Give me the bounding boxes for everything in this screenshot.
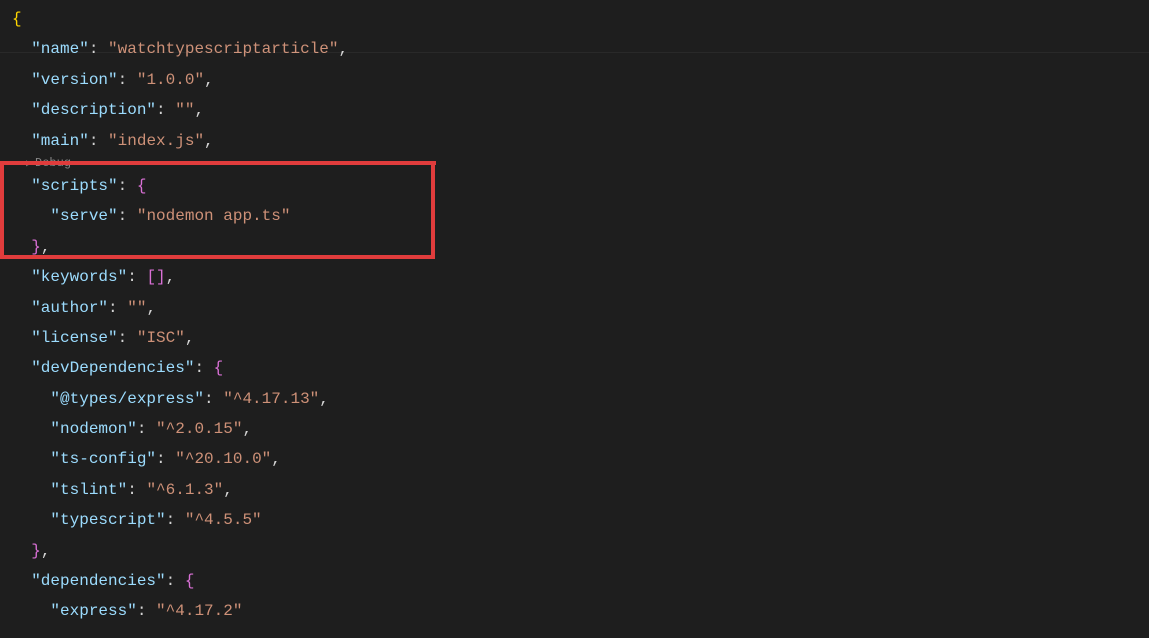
code-line: "version": "1.0.0", [12, 65, 1149, 95]
brace: { [137, 177, 147, 195]
json-value: "index.js" [108, 132, 204, 150]
json-value: "" [175, 101, 194, 119]
json-key: "nodemon" [50, 420, 136, 438]
json-value: "ISC" [137, 329, 185, 347]
json-value: "1.0.0" [137, 71, 204, 89]
json-key: "serve" [50, 207, 117, 225]
json-key: "dependencies" [31, 572, 165, 590]
brace: { [185, 572, 195, 590]
brace: } [31, 542, 41, 560]
json-value: "^20.10.0" [175, 450, 271, 468]
json-key: "main" [31, 132, 89, 150]
debug-code-lens[interactable]: ▷Debug [12, 156, 1149, 171]
code-line: "main": "index.js", [12, 126, 1149, 156]
json-key: "typescript" [50, 511, 165, 529]
code-line: "name": "watchtypescriptarticle", [12, 34, 1149, 64]
json-key: "ts-config" [50, 450, 156, 468]
code-line: "scripts": { [12, 171, 1149, 201]
code-line: "license": "ISC", [12, 323, 1149, 353]
json-value: "^4.5.5" [185, 511, 262, 529]
editor-code-area[interactable]: { "name": "watchtypescriptarticle", "ver… [0, 0, 1149, 627]
code-line: "nodemon": "^2.0.15", [12, 414, 1149, 444]
json-value: "" [127, 299, 146, 317]
code-line: "description": "", [12, 95, 1149, 125]
code-line: { [12, 4, 1149, 34]
json-key: "express" [50, 602, 136, 620]
json-key: "version" [31, 71, 117, 89]
json-value: "^2.0.15" [156, 420, 242, 438]
json-value: "^4.17.13" [223, 390, 319, 408]
bracket: [ [146, 268, 156, 286]
code-line: "ts-config": "^20.10.0", [12, 444, 1149, 474]
code-line: "express": "^4.17.2" [12, 596, 1149, 626]
json-value: "^6.1.3" [146, 481, 223, 499]
code-line: }, [12, 536, 1149, 566]
brace: } [31, 238, 41, 256]
brace: { [214, 359, 224, 377]
json-value: "watchtypescriptarticle" [108, 40, 338, 58]
play-icon: ▷ [26, 159, 32, 170]
json-key: "tslint" [50, 481, 127, 499]
json-key: "description" [31, 101, 156, 119]
json-value: "nodemon app.ts" [137, 207, 291, 225]
code-line: "typescript": "^4.5.5" [12, 505, 1149, 535]
json-key: "name" [31, 40, 89, 58]
json-value: "^4.17.2" [156, 602, 242, 620]
code-line: "keywords": [], [12, 262, 1149, 292]
json-key: "keywords" [31, 268, 127, 286]
code-line: "author": "", [12, 293, 1149, 323]
brace: { [12, 10, 22, 28]
bracket: ] [156, 268, 166, 286]
json-key: "devDependencies" [31, 359, 194, 377]
json-key: "@types/express" [50, 390, 204, 408]
code-line: "dependencies": { [12, 566, 1149, 596]
code-line: "devDependencies": { [12, 353, 1149, 383]
json-key: "author" [31, 299, 108, 317]
code-line: "@types/express": "^4.17.13", [12, 384, 1149, 414]
json-key: "license" [31, 329, 117, 347]
code-line: }, [12, 232, 1149, 262]
code-line: "serve": "nodemon app.ts" [12, 201, 1149, 231]
code-line: "tslint": "^6.1.3", [12, 475, 1149, 505]
json-key: "scripts" [31, 177, 117, 195]
